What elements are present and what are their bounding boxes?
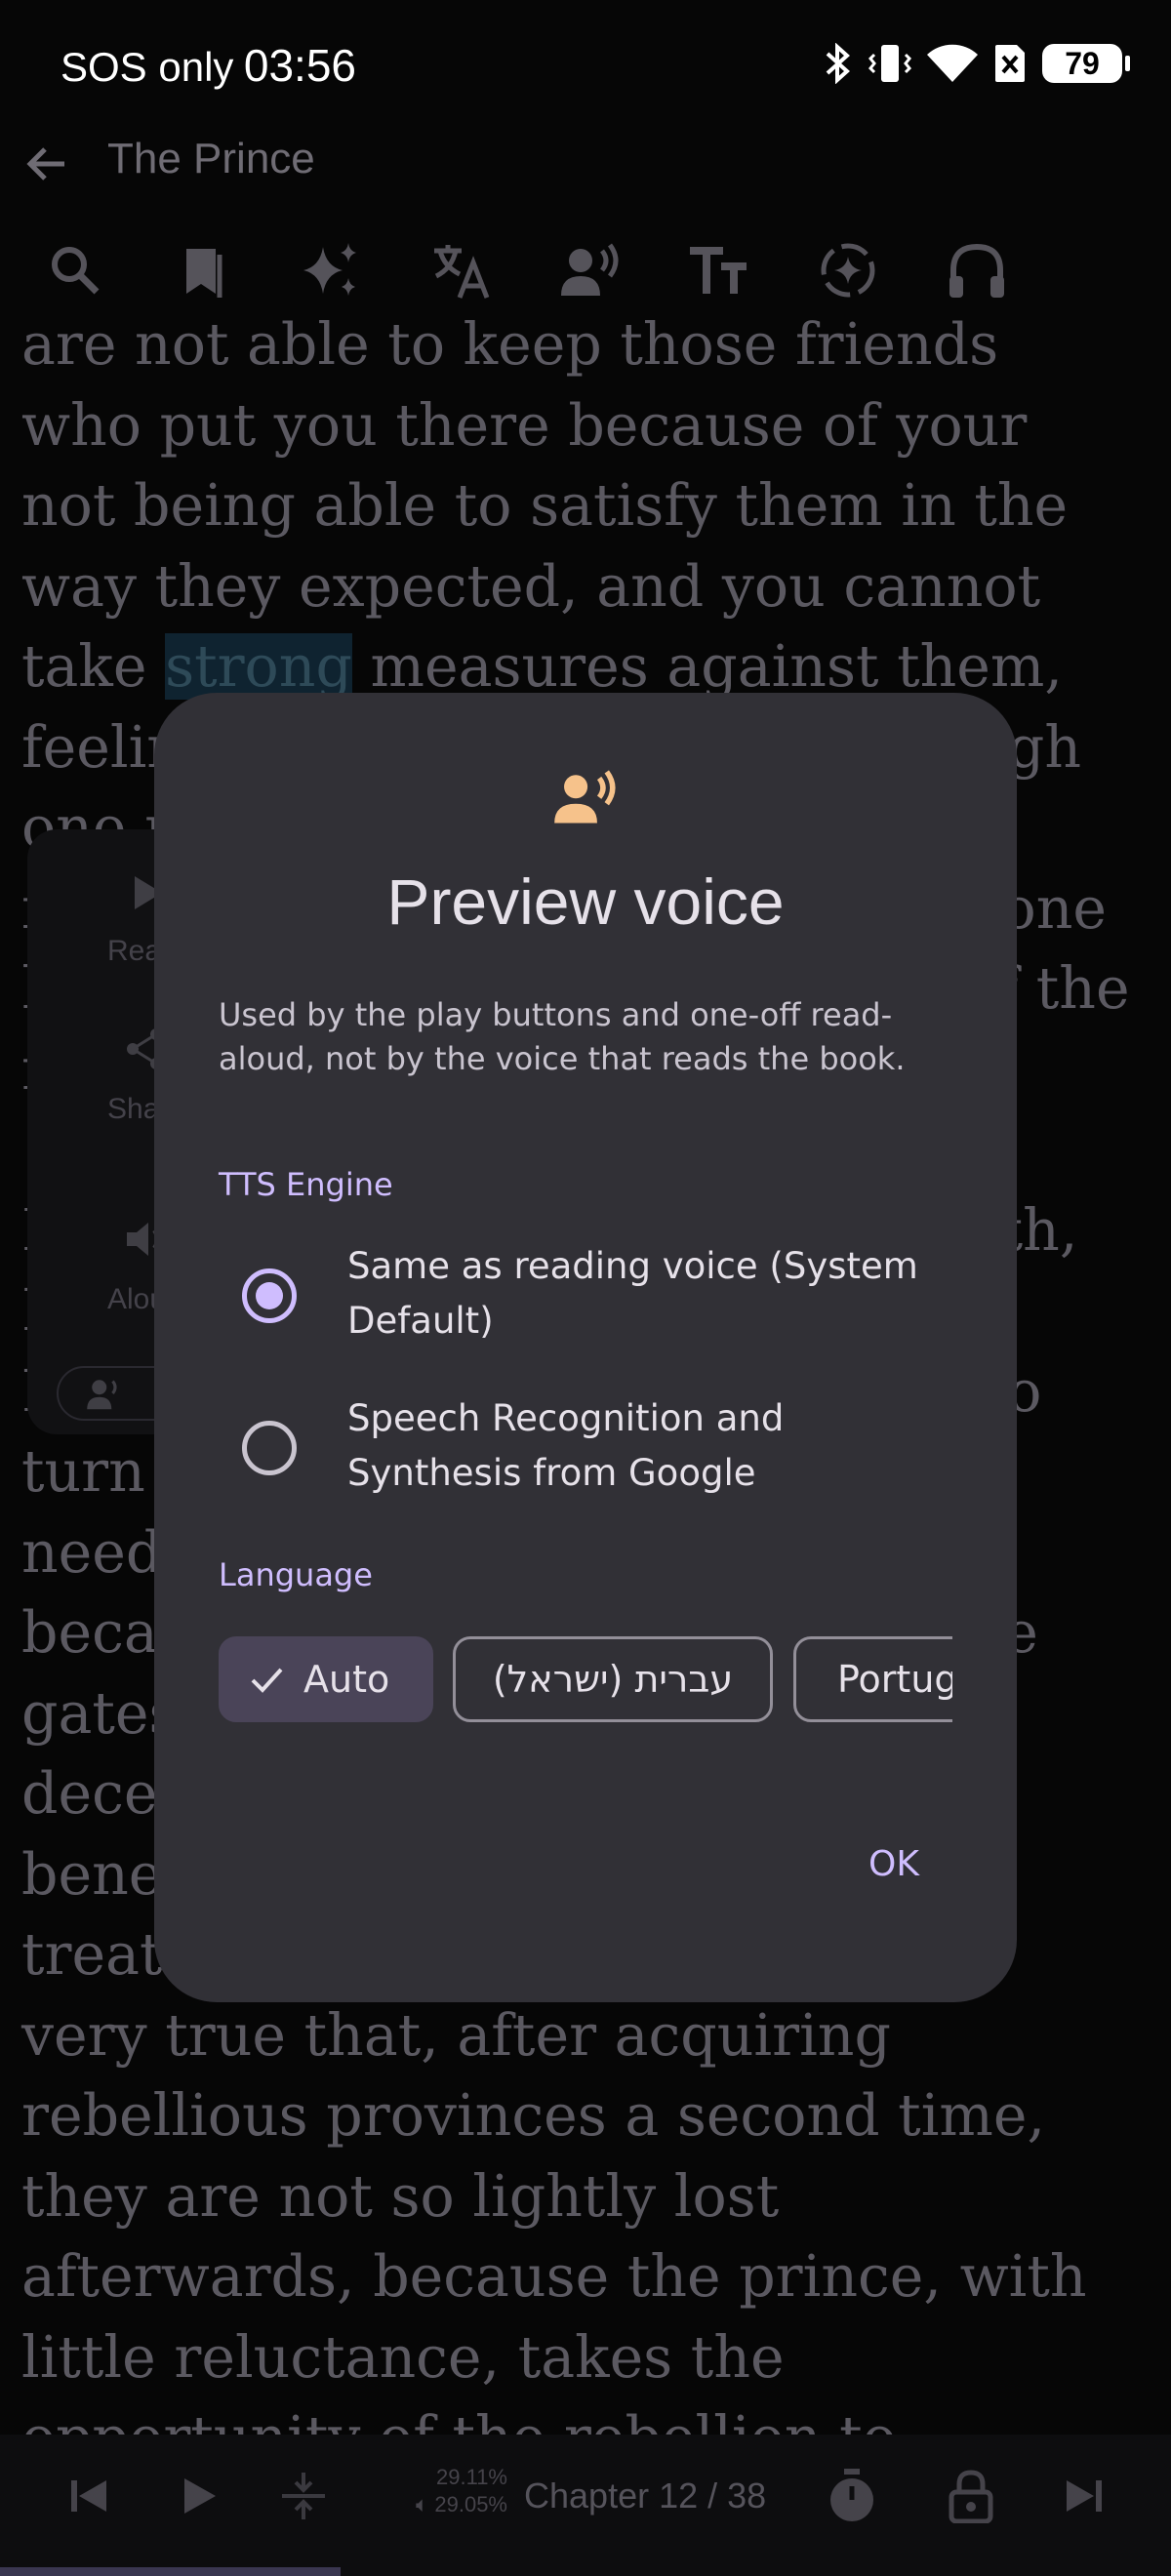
ok-button[interactable]: OK bbox=[868, 1844, 919, 1884]
radio-unselected[interactable] bbox=[242, 1421, 297, 1475]
check-icon bbox=[251, 1668, 283, 1693]
dialog-description: Used by the play buttons and one-off rea… bbox=[219, 996, 906, 1077]
tts-engine-heading: TTS Engine bbox=[219, 1166, 393, 1203]
dialog-title: Preview voice bbox=[386, 865, 785, 938]
preview-voice-dialog: Preview voice Used by the play buttons a… bbox=[154, 693, 1017, 2002]
language-heading: Language bbox=[219, 1556, 373, 1593]
language-chip-label: עברית (ישראל) bbox=[492, 1658, 734, 1701]
engine-option-label: Speech Recognition and Synthesis from Go… bbox=[347, 1397, 785, 1494]
language-chip-hebrew[interactable]: עברית (ישראל) bbox=[453, 1636, 773, 1722]
language-chip-portuguese[interactable]: Portugu bbox=[793, 1636, 952, 1722]
language-chip-label: Portugu bbox=[837, 1658, 952, 1701]
language-chip-label: Auto bbox=[303, 1658, 390, 1701]
language-chip-row[interactable]: Auto עברית (ישראל) Portugu bbox=[219, 1636, 952, 1724]
engine-option-system-default[interactable]: Same as reading voice (System Default) bbox=[242, 1239, 984, 1376]
engine-option-google[interactable]: Speech Recognition and Synthesis from Go… bbox=[242, 1391, 984, 1528]
engine-option-label: Same as reading voice (System Default) bbox=[347, 1245, 918, 1342]
language-chip-auto[interactable]: Auto bbox=[219, 1636, 433, 1722]
radio-selected[interactable] bbox=[242, 1268, 297, 1323]
voice-icon bbox=[554, 770, 616, 824]
